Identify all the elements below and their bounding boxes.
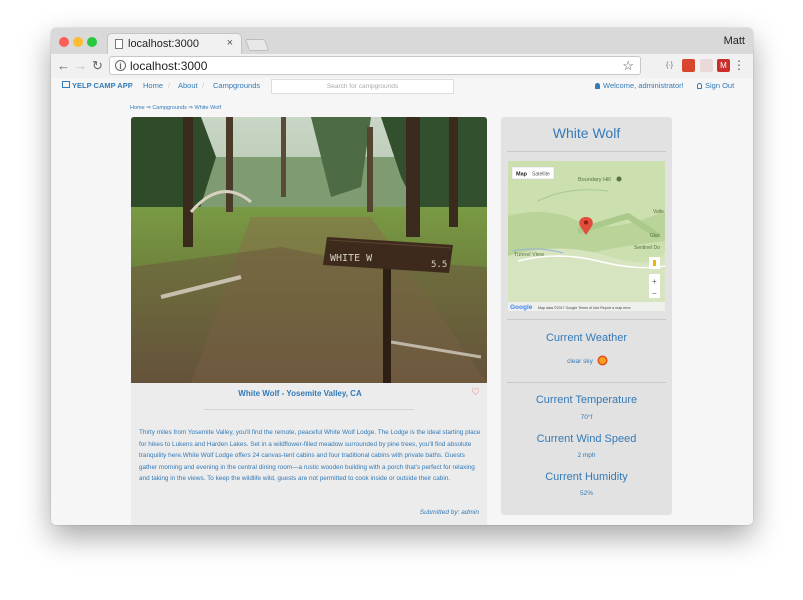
divider	[507, 151, 666, 152]
page-icon	[115, 39, 123, 49]
campground-description: Thirty miles from Yosemite Valley, you'l…	[139, 429, 481, 482]
breadcrumb[interactable]: Home ⇒ Campgrounds ⇒ White Wolf	[130, 105, 221, 111]
map-canvas[interactable]: Map Satellite Boundary Hill Tunnel View …	[508, 161, 665, 311]
web-page: YELP CAMP APP / Home / About / Campgroun…	[51, 78, 753, 525]
map-label-tunnel-view: Tunnel View	[514, 252, 544, 258]
weather-value: clear sky	[501, 357, 672, 365]
map-tab-map[interactable]: Map	[516, 172, 528, 178]
nav-separator: /	[168, 81, 171, 90]
heart-icon[interactable]: ♡	[471, 387, 480, 398]
tab-title: localhost:3000	[128, 38, 199, 50]
temperature-heading: Current Temperature	[535, 394, 638, 406]
welcome-text: Welcome, administrator!	[603, 81, 684, 90]
zoom-out-button[interactable]: −	[652, 289, 657, 298]
forward-icon[interactable]: →	[74, 58, 87, 74]
wind-speed-heading: Current Wind Speed	[536, 433, 637, 445]
weather-heading: Current Weather	[545, 332, 628, 344]
map-label-boundary-hill: Boundary Hill	[578, 177, 611, 183]
tab-close-icon[interactable]: ×	[227, 37, 233, 49]
humidity-heading: Current Humidity	[545, 471, 628, 483]
wind-speed-value: 2 mph	[577, 452, 596, 459]
sign-out-link[interactable]: Sign Out	[697, 81, 734, 90]
map-label-sentinel: Sentinel Do	[634, 245, 660, 251]
reload-icon[interactable]: ↻	[92, 58, 103, 74]
gmail-extension-icon[interactable]: M	[717, 59, 730, 72]
tent-icon	[62, 81, 70, 88]
sign-out-label: Sign Out	[705, 81, 735, 90]
brand-link[interactable]: YELP CAMP APP	[62, 81, 133, 90]
maximize-window-button[interactable]	[87, 37, 97, 47]
new-tab-button[interactable]	[244, 39, 270, 51]
google-logo[interactable]: Google	[510, 304, 533, 311]
grey-extension-icon[interactable]	[700, 59, 713, 72]
divider	[507, 319, 666, 320]
user-icon	[595, 83, 600, 89]
sign-number: 5.5	[431, 260, 447, 270]
divider	[507, 382, 666, 383]
nav-home-link[interactable]: Home	[143, 81, 163, 90]
campground-caption: White Wolf - Yosemite Valley, CA	[238, 389, 362, 398]
location-map[interactable]: Map Satellite Boundary Hill Tunnel View …	[508, 161, 665, 311]
weather-description: clear sky	[567, 358, 593, 365]
back-icon[interactable]: ←	[57, 58, 70, 74]
address-bar[interactable]: i localhost:3000 ☆	[109, 56, 641, 75]
temperature-value: 70°f	[580, 414, 593, 421]
submitted-by: Submitted by: admin	[419, 509, 479, 516]
brand-label: YELP CAMP APP	[72, 81, 133, 90]
humidity-value: 52%	[579, 490, 593, 497]
map-tab-satellite[interactable]: Satellite	[532, 172, 550, 178]
campground-photo: WHITE W 5.5	[131, 117, 487, 383]
search-input[interactable]: Search for campgrounds	[271, 79, 454, 94]
browser-menu-icon[interactable]: ⋮	[733, 58, 745, 72]
nav-separator: /	[131, 81, 134, 90]
zoom-in-button[interactable]: +	[652, 277, 657, 286]
bookmark-star-icon[interactable]: ☆	[622, 58, 634, 74]
app-navbar: YELP CAMP APP / Home / About / Campgroun…	[51, 78, 753, 96]
browser-tab[interactable]: localhost:3000 ×	[107, 33, 242, 54]
title-bar: localhost:3000 × Matt	[51, 28, 753, 54]
nav-campgrounds-link[interactable]: Campgrounds	[213, 81, 260, 90]
browser-toolbar: ← → ↻ i localhost:3000 ☆ {·} M ⋮	[51, 54, 753, 79]
braces-extension-icon[interactable]: {·}	[663, 59, 676, 72]
close-window-button[interactable]	[59, 37, 69, 47]
url-text[interactable]: localhost:3000	[130, 59, 207, 73]
nav-about-link[interactable]: About	[178, 81, 198, 90]
sun-icon	[598, 357, 606, 364]
campground-card: WHITE W 5.5 White Wolf - Yosemite Valley…	[131, 117, 487, 525]
divider	[204, 409, 414, 410]
map-footer[interactable]: Map data ©2017 Google Terms of Use Repor…	[538, 306, 631, 310]
nav-separator: /	[202, 81, 205, 90]
sign-text: WHITE W	[330, 253, 373, 264]
info-sidebar: White Wolf Map Satellite Boundary Hill T…	[501, 117, 672, 515]
red-extension-icon[interactable]	[682, 59, 695, 72]
map-label-glacier: Glac	[650, 233, 661, 239]
sign-out-icon	[697, 83, 702, 89]
info-icon[interactable]: i	[115, 60, 126, 71]
campground-title: White Wolf	[552, 125, 621, 141]
forest-meadow-image: WHITE W 5.5	[131, 117, 487, 383]
map-label-valley: Valle	[653, 209, 664, 215]
profile-name[interactable]: Matt	[724, 35, 745, 47]
minimize-window-button[interactable]	[73, 37, 83, 47]
browser-window: localhost:3000 × Matt ← → ↻ i localhost:…	[51, 28, 753, 525]
welcome-user-link[interactable]: Welcome, administrator!	[595, 81, 684, 90]
